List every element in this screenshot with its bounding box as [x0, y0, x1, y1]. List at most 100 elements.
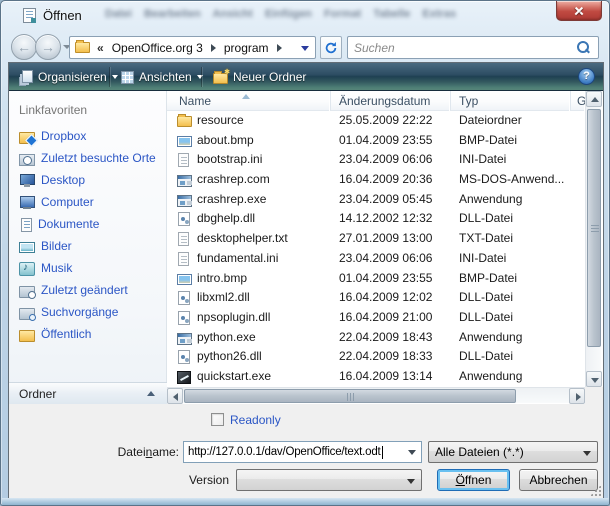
sidebar-item-public[interactable]: Öffentlich: [9, 323, 167, 345]
scroll-left-button[interactable]: [167, 388, 183, 404]
file-row[interactable]: libxml2.dll 16.04.2009 12:02 DLL-Datei: [167, 288, 585, 308]
file-row[interactable]: resource 25.05.2009 22:22 Dateiordner: [167, 111, 585, 131]
app-file-icon: [177, 175, 192, 187]
file-name: about.bmp: [197, 131, 254, 151]
image-file-icon: [177, 274, 192, 285]
dialog-title: Öffnen: [43, 8, 82, 23]
views-button[interactable]: Ansichten: [115, 66, 209, 88]
file-type: DLL-Datei: [459, 308, 513, 328]
readonly-checkbox[interactable]: [211, 413, 224, 426]
file-row[interactable]: bootstrap.ini 23.04.2009 06:06 INI-Datei: [167, 150, 585, 170]
file-row[interactable]: crashrep.com 16.04.2009 20:36 MS-DOS-Anw…: [167, 170, 585, 190]
breadcrumb-overflow[interactable]: «: [97, 41, 104, 55]
sidebar-item-recently-changed[interactable]: Zuletzt geändert: [9, 279, 167, 301]
file-name: fundamental.ini: [197, 249, 278, 269]
searches-icon: [19, 308, 35, 320]
file-type: MS-DOS-Anwend...: [459, 170, 564, 190]
sidebar-item-dropbox[interactable]: Dropbox: [9, 125, 167, 147]
file-date: 22.04.2009 18:43: [339, 328, 432, 348]
filetype-combobox[interactable]: Alle Dateien (*.*): [428, 441, 598, 463]
sidebar-item-computer[interactable]: Computer: [9, 191, 167, 213]
cancel-button[interactable]: Abbrechen: [519, 469, 598, 491]
file-type: INI-Datei: [459, 249, 506, 269]
documents-icon: [21, 218, 32, 232]
file-row[interactable]: about.bmp 01.04.2009 23:55 BMP-Datei: [167, 131, 585, 151]
views-grid-icon: [121, 71, 134, 84]
title-bar[interactable]: Datei Bearbeiten Ansicht Einfügen Format…: [1, 1, 610, 31]
forward-button[interactable]: →: [35, 34, 61, 60]
forward-arrow-icon: →: [41, 39, 55, 55]
file-type: Anwendung: [459, 328, 522, 348]
file-row[interactable]: fundamental.ini 23.04.2009 06:06 INI-Dat…: [167, 249, 585, 269]
scroll-down-button[interactable]: [586, 371, 602, 387]
readonly-label[interactable]: Readonly: [230, 413, 281, 427]
dropbox-icon: [19, 132, 35, 144]
filename-dropdown-icon[interactable]: [408, 450, 416, 455]
column-header-date[interactable]: Änderungsdatum: [331, 91, 451, 111]
horizontal-scrollbar[interactable]: [167, 387, 585, 403]
file-name: python.exe: [197, 328, 256, 348]
file-row[interactable]: python.exe 22.04.2009 18:43 Anwendung: [167, 328, 585, 348]
scroll-up-button[interactable]: [586, 91, 602, 107]
file-date: 01.04.2009 23:55: [339, 269, 432, 289]
file-row[interactable]: crashrep.exe 23.04.2009 05:45 Anwendung: [167, 190, 585, 210]
text-file-icon: [178, 232, 189, 246]
refresh-button[interactable]: [320, 36, 342, 59]
navigation-pane: Linkfavoriten Dropbox Zuletzt besuchte O…: [9, 91, 167, 404]
vertical-scrollbar[interactable]: [585, 91, 601, 387]
dll-file-icon: [178, 350, 190, 364]
address-dropdown-icon[interactable]: [301, 46, 309, 51]
file-row[interactable]: quickstart.exe 16.04.2009 13:14 Anwendun…: [167, 367, 585, 387]
desktop-icon: [19, 172, 35, 188]
file-row[interactable]: intro.bmp 01.04.2009 23:55 BMP-Datei: [167, 269, 585, 289]
glass-frame-bottom: [2, 498, 610, 505]
dialog-client-area: Organisieren Ansichten Neuer Ordner ? Li…: [8, 62, 604, 499]
help-button[interactable]: ?: [578, 68, 595, 85]
scroll-right-button[interactable]: [569, 388, 585, 404]
folders-expander[interactable]: Ordner: [9, 382, 167, 404]
back-button[interactable]: ←: [11, 34, 37, 60]
new-folder-label: Neuer Ordner: [233, 70, 306, 84]
sidebar-item-pictures[interactable]: Bilder: [9, 235, 167, 257]
dll-file-icon: [178, 212, 190, 226]
vertical-scroll-thumb[interactable]: [587, 109, 601, 347]
horizontal-scroll-thumb[interactable]: [184, 389, 516, 403]
command-toolbar: Organisieren Ansichten Neuer Ordner ?: [9, 63, 603, 91]
open-button[interactable]: Öffnen: [437, 469, 510, 491]
file-name: libxml2.dll: [197, 288, 250, 308]
file-row[interactable]: python26.dll 22.04.2009 18:33 DLL-Datei: [167, 347, 585, 367]
column-header-row: Name Änderungsdatum Typ G: [167, 91, 585, 111]
search-input[interactable]: [352, 38, 572, 57]
sidebar-item-label: Dokumente: [38, 217, 99, 231]
file-name: quickstart.exe: [197, 367, 271, 387]
file-type: DLL-Datei: [459, 209, 513, 229]
computer-icon: [19, 194, 35, 210]
toolbar-separator: [201, 67, 202, 87]
breadcrumb-segment-program[interactable]: program: [220, 41, 273, 55]
new-folder-button[interactable]: Neuer Ordner: [207, 66, 312, 88]
filename-input[interactable]: http://127.0.0.1/dav/OpenOffice/text.odt: [183, 441, 422, 463]
file-row[interactable]: npsoplugin.dll 16.04.2009 21:00 DLL-Date…: [167, 308, 585, 328]
sidebar-item-searches[interactable]: Suchvorgänge: [9, 301, 167, 323]
file-date: 22.04.2009 18:33: [339, 347, 432, 367]
file-name: intro.bmp: [197, 269, 247, 289]
file-row[interactable]: desktophelper.txt 27.01.2009 13:00 TXT-D…: [167, 229, 585, 249]
column-header-type[interactable]: Typ: [451, 91, 571, 111]
close-icon: [573, 5, 585, 17]
file-list-area: Name Änderungsdatum Typ G resource 25.05…: [167, 91, 603, 404]
address-breadcrumb-bar[interactable]: « OpenOffice.org 3 program: [69, 36, 316, 59]
version-combobox[interactable]: [236, 469, 422, 491]
breadcrumb-arrow-icon[interactable]: [277, 44, 282, 52]
sidebar-item-label: Öffentlich: [41, 327, 91, 341]
column-header-size[interactable]: G: [571, 91, 585, 111]
breadcrumb-arrow-icon[interactable]: [211, 44, 216, 52]
breadcrumb-segment-openoffice[interactable]: OpenOffice.org 3: [108, 41, 207, 55]
file-type: BMP-Datei: [459, 131, 517, 151]
close-button[interactable]: [556, 1, 602, 21]
sidebar-item-documents[interactable]: Dokumente: [9, 213, 167, 235]
sidebar-item-desktop[interactable]: Desktop: [9, 169, 167, 191]
sidebar-item-recent-places[interactable]: Zuletzt besuchte Orte: [9, 147, 167, 169]
sidebar-item-music[interactable]: Musik: [9, 257, 167, 279]
file-row[interactable]: dbghelp.dll 14.12.2002 12:32 DLL-Datei: [167, 209, 585, 229]
organize-button[interactable]: Organisieren: [13, 66, 124, 88]
